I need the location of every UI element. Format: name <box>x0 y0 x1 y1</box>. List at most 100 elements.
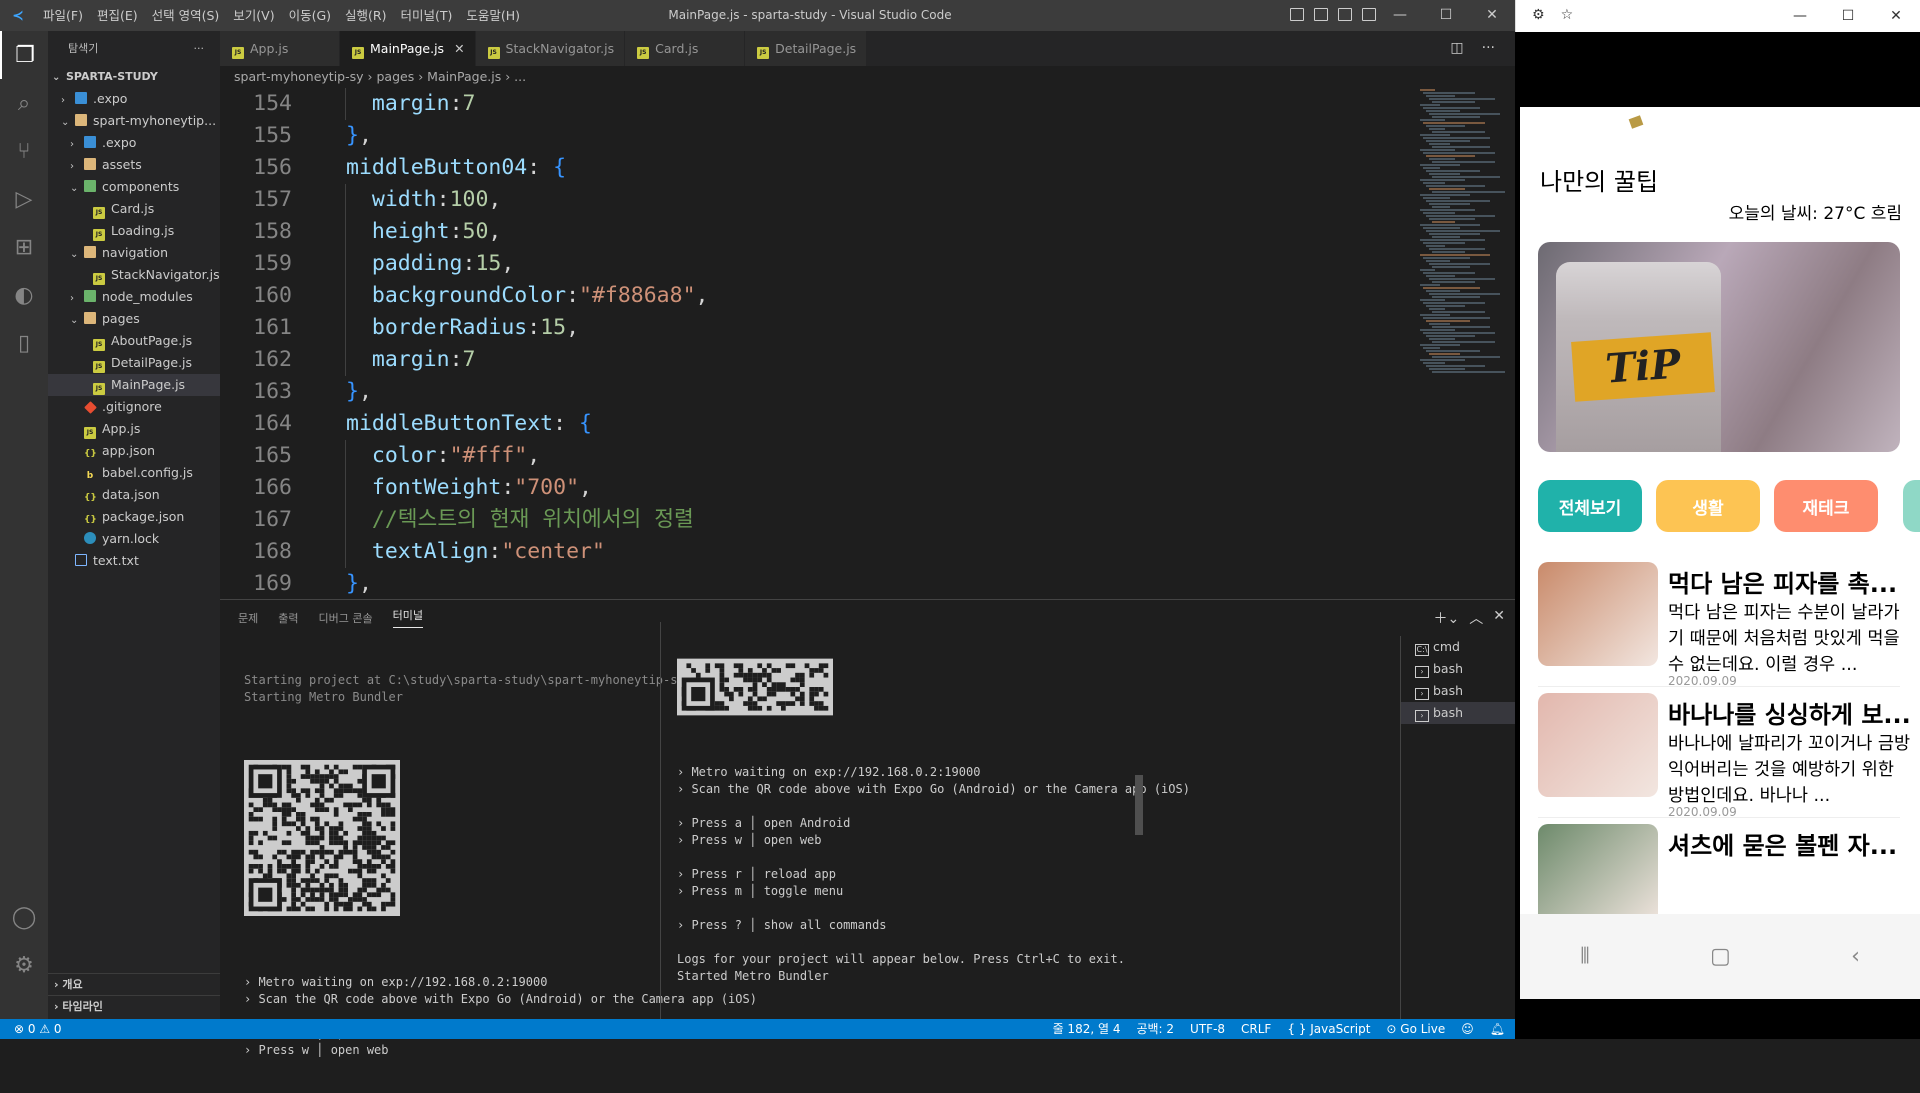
editor-tab[interactable]: JS StackNavigator.js <box>475 31 626 66</box>
maximize-icon[interactable]: ☐ <box>1423 0 1469 31</box>
recent-apps-icon[interactable]: ⦀ <box>1580 944 1590 969</box>
minimap[interactable] <box>1420 88 1510 468</box>
toggle-panel-icon[interactable] <box>1314 8 1328 21</box>
menu-item[interactable]: 이동(G) <box>282 0 338 31</box>
editor-tab[interactable]: JS DetailPage.js <box>745 31 868 66</box>
back-icon[interactable]: ‹ <box>1851 944 1860 969</box>
menu-item[interactable]: 편집(E) <box>90 0 145 31</box>
tree-item[interactable]: JS AboutPage.js <box>48 330 220 352</box>
minimize-icon[interactable]: — <box>1377 0 1423 31</box>
tree-item[interactable]: JS MainPage.js <box>48 374 220 396</box>
problems-status[interactable]: ⊗ 0 ⚠ 0 <box>14 1019 62 1039</box>
terminal-instance[interactable]: › bash <box>1401 680 1515 702</box>
timeline-section[interactable]: › 타임라인 <box>48 995 220 1017</box>
run-debug-icon[interactable]: ▷ <box>0 175 48 223</box>
close-icon[interactable]: ✕ <box>1469 0 1515 31</box>
outline-section[interactable]: › 개요 <box>48 973 220 995</box>
menu-item[interactable]: 파일(F) <box>36 0 90 31</box>
customize-layout-icon[interactable] <box>1362 8 1376 21</box>
tip-card[interactable]: 먹다 남은 피자를 촉... 먹다 남은 피자는 수분이 날라가기 때문에 처음처… <box>1538 562 1918 688</box>
maximize-panel-icon[interactable]: ︿ <box>1469 608 1483 628</box>
tree-item[interactable]: {} app.json <box>48 440 220 462</box>
pin-icon[interactable]: ☆ <box>1561 7 1574 23</box>
terminal-instance[interactable]: C:\ cmd <box>1401 636 1515 658</box>
category-button[interactable]: 생활 <box>1656 480 1760 532</box>
line-number: 160 <box>253 283 292 308</box>
tree-item[interactable]: .gitignore <box>48 396 220 418</box>
tree-item[interactable]: JS Card.js <box>48 198 220 220</box>
editor-tab[interactable]: JS App.js <box>220 31 340 66</box>
indentation-status[interactable]: 공백: 2 <box>1136 1019 1174 1039</box>
terminal-instance[interactable]: › bash <box>1401 702 1515 724</box>
tree-item[interactable]: JS Loading.js <box>48 220 220 242</box>
emulator-settings-icon[interactable]: ⚙ <box>1532 7 1545 23</box>
menu-item[interactable]: 보기(V) <box>226 0 281 31</box>
category-button[interactable]: 전체보기 <box>1538 480 1642 532</box>
code-text: padding:15, <box>371 251 515 276</box>
eol-status[interactable]: CRLF <box>1241 1019 1271 1039</box>
more-actions-icon[interactable]: ··· <box>194 31 205 66</box>
new-terminal-icon[interactable]: ＋⌄ <box>1434 608 1460 628</box>
extensions-icon[interactable]: ⊞ <box>0 223 48 271</box>
panel-tab[interactable]: 디버그 콘솔 <box>319 610 373 626</box>
language-mode[interactable]: { } JavaScript <box>1287 1019 1370 1039</box>
tree-item[interactable]: ⌄ components <box>48 176 220 198</box>
terminal-scrollbar[interactable] <box>1135 775 1143 835</box>
panel-tab[interactable]: 문제 <box>238 610 258 626</box>
tree-item[interactable]: ⌄ spart-myhoneytip... <box>48 110 220 132</box>
emulator-close-icon[interactable]: ✕ <box>1872 0 1920 32</box>
tree-item[interactable]: b babel.config.js <box>48 462 220 484</box>
close-panel-icon[interactable]: ✕ <box>1493 608 1505 628</box>
tree-item[interactable]: ⌄ navigation <box>48 242 220 264</box>
breadcrumb[interactable]: spart-myhoneytip-sy › pages › MainPage.j… <box>220 66 1515 88</box>
tree-item[interactable]: JS App.js <box>48 418 220 440</box>
go-live-button[interactable]: ⊙ Go Live <box>1386 1019 1445 1039</box>
home-icon[interactable]: ▢ <box>1710 944 1731 969</box>
settings-gear-icon[interactable]: ⚙ <box>0 941 48 989</box>
edge-devtools-icon[interactable]: ◐ <box>0 271 48 319</box>
terminal-split-divider[interactable] <box>660 622 661 1020</box>
tree-item[interactable]: ⌄ pages <box>48 308 220 330</box>
terminal-right[interactable]: › Metro waiting on exp://192.168.0.2:190… <box>677 624 1190 1067</box>
tree-item[interactable]: {} package.json <box>48 506 220 528</box>
panel-tab[interactable]: 출력 <box>278 610 298 626</box>
toggle-sidebar-icon[interactable] <box>1290 8 1304 21</box>
source-control-icon[interactable]: ⑂ <box>0 127 48 175</box>
encoding-status[interactable]: UTF-8 <box>1190 1019 1225 1039</box>
more-actions-icon[interactable]: ··· <box>1482 31 1495 66</box>
menu-item[interactable]: 선택 영역(S) <box>145 0 227 31</box>
split-editor-icon[interactable]: ◫ <box>1450 31 1463 66</box>
category-button[interactable]: 재테크 <box>1774 480 1878 532</box>
editor-tab[interactable]: JS Card.js <box>625 31 746 66</box>
explorer-icon[interactable]: ❐ <box>0 31 48 79</box>
notifications-icon[interactable]: 🔔︎ <box>1490 1019 1505 1039</box>
tree-item[interactable]: › assets <box>48 154 220 176</box>
search-icon[interactable]: ⌕ <box>0 79 48 127</box>
tree-item[interactable]: › node_modules <box>48 286 220 308</box>
tree-item[interactable]: text.txt <box>48 550 220 572</box>
tree-item[interactable]: › .expo <box>48 88 220 110</box>
feedback-icon[interactable]: ☺ <box>1461 1019 1474 1039</box>
editor-tab[interactable]: JS MainPage.js ✕ <box>340 31 476 66</box>
toggle-secondary-sidebar-icon[interactable] <box>1338 8 1352 21</box>
tree-item[interactable]: yarn.lock <box>48 528 220 550</box>
code-editor[interactable]: 154 margin:7 155}, 156 middleButton04: {157… <box>220 88 1420 599</box>
close-tab-icon[interactable]: ✕ <box>454 41 464 56</box>
menu-item[interactable]: 터미널(T) <box>394 0 460 31</box>
tree-item[interactable]: › .expo <box>48 132 220 154</box>
menu-item[interactable]: 도움말(H) <box>459 0 527 31</box>
category-button-partial[interactable] <box>1903 480 1920 532</box>
cursor-position[interactable]: 줄 182, 열 4 <box>1053 1019 1121 1039</box>
tip-card[interactable]: 바나나를 싱싱하게 보... 바나나에 날파리가 꼬이거나 금방 익어버리는 것을… <box>1538 693 1918 819</box>
tree-item[interactable]: JS DetailPage.js <box>48 352 220 374</box>
terminal-instance[interactable]: › bash <box>1401 658 1515 680</box>
workspace-root[interactable]: ⌄ SPARTA-STUDY <box>48 66 220 88</box>
emulator-minimize-icon[interactable]: — <box>1776 0 1824 32</box>
remote-explorer-icon[interactable]: ▯ <box>0 319 48 367</box>
panel-tab[interactable]: 터미널 <box>392 607 423 628</box>
menu-item[interactable]: 실행(R) <box>338 0 393 31</box>
emulator-maximize-icon[interactable]: ☐ <box>1824 0 1872 32</box>
tree-item[interactable]: JS StackNavigator.js <box>48 264 220 286</box>
tree-item[interactable]: {} data.json <box>48 484 220 506</box>
account-icon[interactable]: ◯ <box>0 893 48 941</box>
